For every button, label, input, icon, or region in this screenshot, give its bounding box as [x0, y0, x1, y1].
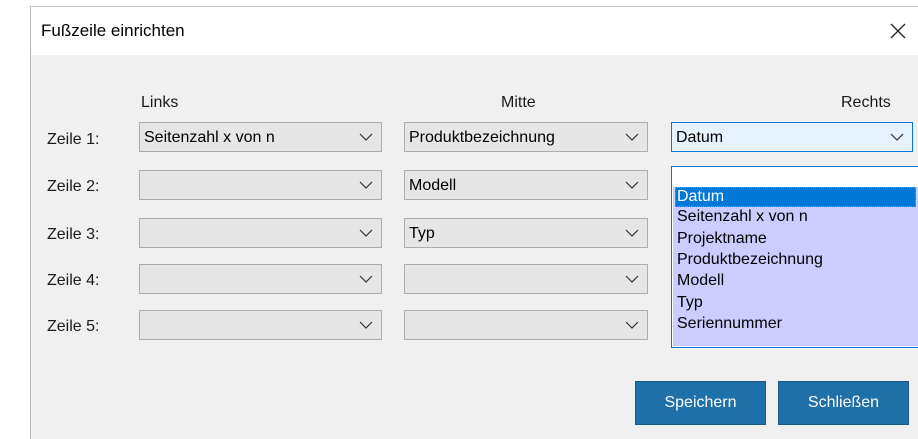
select-value: Datum: [676, 129, 724, 146]
chevron-down-icon: [625, 275, 639, 283]
row3-left-select[interactable]: [139, 218, 382, 248]
column-header-left: Links: [141, 94, 179, 111]
title-bar: Fußzeile einrichten: [31, 7, 918, 55]
chevron-down-icon: [625, 133, 639, 141]
row4-left-select[interactable]: [139, 264, 382, 294]
dropdown-option-modell[interactable]: Modell: [675, 271, 916, 291]
chevron-down-icon: [890, 133, 904, 141]
dropdown-blank-option[interactable]: [672, 167, 918, 185]
select-value: Modell: [409, 177, 457, 194]
chevron-down-icon: [625, 321, 639, 329]
row1-left-select[interactable]: Seitenzahl x von n: [139, 122, 382, 152]
row2-middle-select[interactable]: Modell: [404, 170, 648, 200]
select-value: Seitenzahl x von n: [144, 129, 275, 146]
row-label-2: Zeile 2:: [47, 178, 100, 195]
dropdown-option-typ[interactable]: Typ: [675, 293, 916, 313]
footer-setup-dialog: Fußzeile einrichten Links Mitte Rechts Z…: [30, 6, 918, 439]
close-button[interactable]: Schließen: [778, 381, 909, 425]
dialog-title: Fußzeile einrichten: [41, 21, 185, 40]
right-select-dropdown-list[interactable]: Datum Seitenzahl x von n Projektname Pro…: [671, 166, 918, 348]
chevron-down-icon: [359, 275, 373, 283]
close-window-button[interactable]: [883, 17, 913, 45]
chevron-down-icon: [359, 229, 373, 237]
row5-middle-select[interactable]: [404, 310, 648, 340]
chevron-down-icon: [359, 181, 373, 189]
dropdown-option-datum[interactable]: Datum: [675, 187, 916, 207]
row-label-1: Zeile 1:: [47, 131, 100, 148]
save-button[interactable]: Speichern: [635, 381, 766, 425]
dropdown-option-projektname[interactable]: Projektname: [675, 229, 916, 249]
dropdown-option-seitenzahl[interactable]: Seitenzahl x von n: [675, 207, 916, 227]
row4-middle-select[interactable]: [404, 264, 648, 294]
row3-middle-select[interactable]: Typ: [404, 218, 648, 248]
select-value: Typ: [409, 225, 435, 242]
row-label-4: Zeile 4:: [47, 272, 100, 289]
dropdown-option-produktbezeichnung[interactable]: Produktbezeichnung: [675, 250, 916, 270]
row1-middle-select[interactable]: Produktbezeichnung: [404, 122, 648, 152]
close-icon: [890, 23, 906, 39]
dropdown-options: Datum Seitenzahl x von n Projektname Pro…: [673, 187, 918, 346]
select-value: Produktbezeichnung: [409, 129, 555, 146]
row1-right-select[interactable]: Datum: [671, 122, 913, 152]
row-label-5: Zeile 5:: [47, 318, 100, 335]
chevron-down-icon: [625, 229, 639, 237]
row-label-3: Zeile 3:: [47, 226, 100, 243]
chevron-down-icon: [359, 321, 373, 329]
dropdown-option-seriennummer[interactable]: Seriennummer: [675, 314, 916, 334]
row5-left-select[interactable]: [139, 310, 382, 340]
row2-left-select[interactable]: [139, 170, 382, 200]
chevron-down-icon: [625, 181, 639, 189]
column-header-right: Rechts: [841, 94, 891, 111]
column-header-middle: Mitte: [501, 94, 536, 111]
chevron-down-icon: [359, 133, 373, 141]
